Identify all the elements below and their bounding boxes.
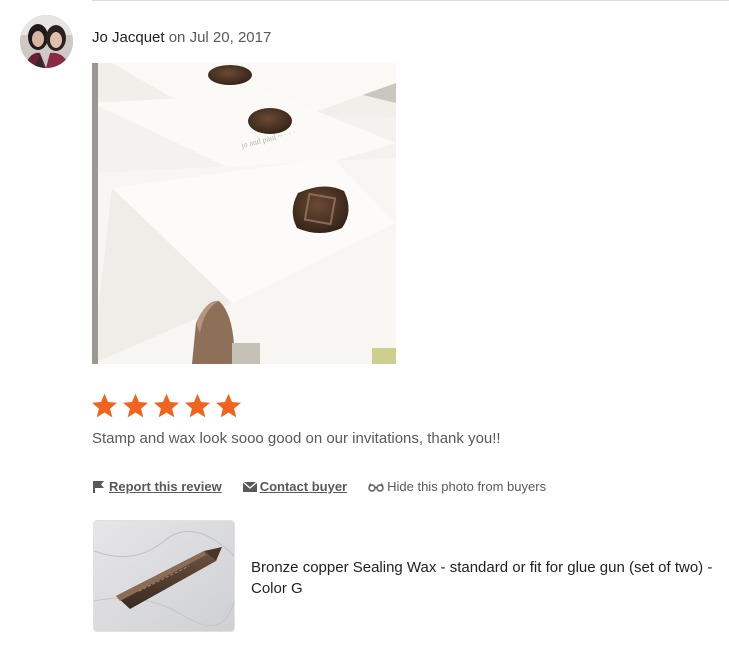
- star-icon: [216, 393, 241, 418]
- product-thumbnail[interactable]: [93, 520, 235, 632]
- contact-buyer-link[interactable]: Contact buyer: [242, 479, 348, 494]
- star-rating: [90, 392, 243, 420]
- star-icon: [92, 393, 117, 418]
- eyeglasses-icon: [368, 480, 384, 494]
- envelope-icon: [242, 480, 257, 494]
- reviewer-name-link[interactable]: Jo Jacquet: [92, 29, 165, 46]
- star-icon: [123, 393, 148, 418]
- hide-photo-label: Hide this photo from buyers: [387, 479, 547, 494]
- hide-photo-link[interactable]: Hide this photo from buyers: [368, 479, 546, 494]
- review-date: Jul 20, 2017: [189, 29, 272, 46]
- review-actions: Report this review Contact buyer Hide th…: [92, 479, 546, 494]
- top-divider: [92, 0, 729, 1]
- review-byline: Jo Jacquet on Jul 20, 2017: [92, 29, 271, 46]
- review-photo[interactable]: jo and paul ~ · · ·: [92, 63, 396, 364]
- contact-buyer-label: Contact buyer: [259, 479, 348, 494]
- flag-icon: [92, 480, 106, 494]
- avatar-photo: [20, 15, 73, 68]
- star-icon: [154, 393, 179, 418]
- review-text: Stamp and wax look sooo good on our invi…: [92, 430, 501, 447]
- date-prefix: on: [168, 29, 186, 46]
- product-title-link[interactable]: Bronze copper Sealing Wax - standard or …: [251, 557, 723, 599]
- report-review-label: Report this review: [109, 479, 222, 494]
- reviewer-avatar[interactable]: [20, 15, 73, 68]
- report-review-link[interactable]: Report this review: [92, 479, 222, 494]
- star-icon: [185, 393, 210, 418]
